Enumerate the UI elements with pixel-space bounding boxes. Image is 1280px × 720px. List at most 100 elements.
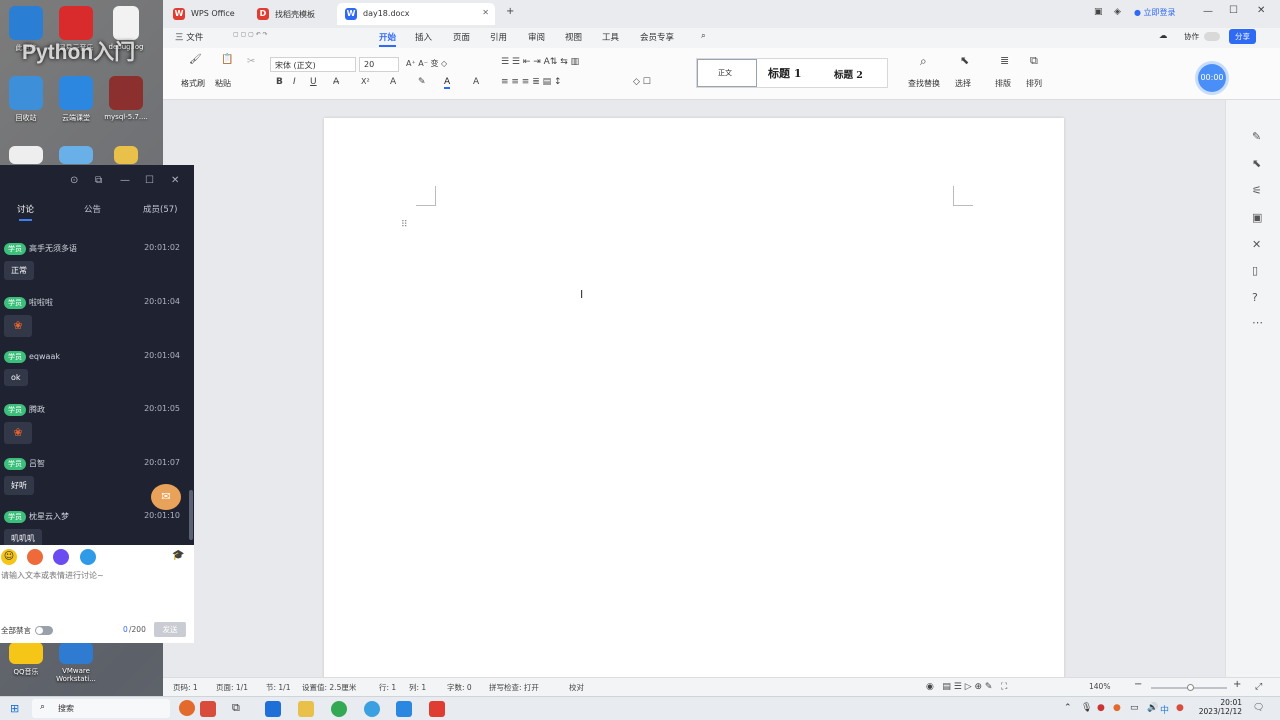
more-icon[interactable]: ⋯ — [1252, 316, 1263, 329]
collab-button[interactable]: 协作 — [1184, 31, 1199, 42]
ribbon-tab-file[interactable]: 三 文件 — [175, 31, 203, 43]
find-replace-button[interactable]: 查找替换 — [908, 78, 940, 89]
mute-all-toggle[interactable] — [35, 626, 53, 635]
zoom-slider-thumb[interactable] — [1187, 684, 1194, 691]
graduation-cap-icon[interactable]: 🎓 — [172, 550, 184, 561]
layout-icon[interactable]: ≣ — [1000, 54, 1009, 67]
help-icon[interactable]: ? — [1252, 291, 1258, 304]
skin-icon[interactable]: ◈ — [1114, 7, 1121, 17]
quick-access-icons[interactable]: ▢ ▢ ▢ ↶ ↷ — [233, 31, 268, 38]
popout-icon[interactable]: ⧉ — [95, 175, 102, 186]
ribbon-tab-member[interactable]: 会员专享 — [640, 31, 674, 43]
desktop-icon-cloud-class[interactable]: 云端课堂 — [50, 76, 102, 123]
font-size-select[interactable]: 20 — [359, 57, 399, 72]
minimize-icon[interactable]: — — [1203, 6, 1213, 17]
drag-handle-icon[interactable]: ⠿ — [401, 220, 408, 230]
status-proof[interactable]: 校对 — [569, 682, 584, 693]
format-painter-icon[interactable]: 🖌 — [189, 54, 202, 65]
paste-icon[interactable]: 📋 — [221, 54, 233, 65]
tab-discussion[interactable]: 讨论 — [17, 203, 34, 221]
minimize-icon[interactable]: — — [120, 175, 130, 186]
flower-gift-icon[interactable] — [53, 549, 69, 565]
layout-button[interactable]: 排版 — [995, 78, 1011, 89]
desktop-icon-recycle-bin[interactable]: 回收站 — [0, 76, 52, 123]
gift-float-icon[interactable]: ✉ — [151, 484, 181, 510]
char-shading-icon[interactable]: A — [473, 77, 479, 87]
notification-icon[interactable]: 🗨 — [1253, 703, 1264, 713]
network-icon[interactable]: ▭ — [1130, 703, 1139, 713]
close-window-icon[interactable]: ✕ — [1257, 5, 1265, 16]
tray-app2-icon[interactable]: ● — [1113, 703, 1121, 713]
image-tool-icon[interactable]: ▣ — [1252, 211, 1262, 224]
book-icon[interactable]: ▯ — [1252, 264, 1258, 277]
taskbar-clock[interactable]: 20:01 2023/12/12 — [1198, 698, 1242, 716]
status-spell[interactable]: 拼写检查: 打开 — [489, 682, 539, 693]
status-setting[interactable]: 设置值: 2.5厘米 — [302, 682, 356, 693]
sticker-icon[interactable] — [27, 549, 43, 565]
style-normal[interactable]: 正文 — [697, 59, 757, 87]
new-tab-icon[interactable]: + — [506, 6, 514, 17]
maximize-icon[interactable]: ☐ — [1229, 5, 1238, 16]
tab-announcement[interactable]: 公告 — [84, 203, 101, 215]
chat-input[interactable] — [0, 567, 192, 613]
ribbon-tab-tools[interactable]: 工具 — [602, 31, 619, 43]
volume-icon[interactable]: 🔊 — [1147, 703, 1158, 713]
list-icons[interactable]: ☰ ☰ ⇤ ⇥ A⇅ ⇆ ▥ — [501, 57, 579, 67]
desktop-icon-vmware[interactable]: VMware Workstati... — [50, 642, 102, 683]
desktop-icon-typora[interactable] — [0, 146, 52, 167]
emoji-icon[interactable]: ☺ — [1, 549, 17, 565]
ribbon-tab-references[interactable]: 引用 — [490, 31, 507, 43]
tab-docer[interactable]: D 找稻壳模板 — [249, 3, 333, 25]
bold-icon[interactable]: B — [276, 77, 283, 87]
font-size-controls[interactable]: A⁺ A⁻ 变 ◇ — [406, 58, 447, 69]
arrange-button[interactable]: 排列 — [1026, 78, 1042, 89]
settings-icon[interactable]: ⊙ — [70, 175, 78, 186]
fullscreen-icon[interactable]: ⤢ — [1255, 682, 1262, 692]
task-view-icon[interactable]: ⧉ — [232, 701, 248, 717]
taskbar-search-box[interactable]: ⌕ 搜索 — [32, 699, 195, 718]
collab-toggle[interactable] — [1204, 32, 1220, 41]
text-effect-icon[interactable]: A — [390, 77, 396, 87]
arrange-icon[interactable]: ⧉ — [1030, 54, 1038, 68]
send-button[interactable]: 发送 — [154, 622, 186, 637]
record-timer[interactable]: 00:00 — [1198, 64, 1226, 92]
ribbon-tab-page[interactable]: 页面 — [453, 31, 470, 43]
ribbon-tab-view[interactable]: 视图 — [565, 31, 582, 43]
document-page[interactable]: ⠿ I — [324, 118, 1064, 688]
tab-members[interactable]: 成员(57) — [143, 203, 177, 215]
tab-wps-office[interactable]: W WPS Office — [165, 3, 247, 25]
ribbon-tab-home[interactable]: 开始 — [379, 31, 397, 47]
login-button[interactable]: ● 立即登录 — [1134, 7, 1176, 18]
ime-label[interactable]: 中 — [1160, 703, 1169, 716]
tab-day18-docx[interactable]: Wday18.docx ✕ — [337, 3, 495, 25]
share-button[interactable]: 分享 — [1229, 29, 1256, 44]
antivirus-icon[interactable]: ● — [1176, 703, 1184, 713]
find-icon[interactable]: ⌕ — [920, 54, 927, 69]
zoom-in-icon[interactable]: + — [1233, 679, 1241, 690]
settings-sliders-icon[interactable]: ⚟ — [1252, 184, 1262, 197]
superscript-icon[interactable]: X² — [361, 77, 370, 86]
ribbon-tab-review[interactable]: 审阅 — [528, 31, 545, 43]
format-painter-button[interactable]: 格式刷 — [181, 78, 205, 89]
cut-icon[interactable]: ✂ — [247, 56, 255, 67]
maximize-icon[interactable]: ☐ — [145, 175, 154, 186]
paste-button[interactable]: 粘贴 — [215, 78, 231, 89]
windows-start-icon[interactable]: ⊞ — [10, 702, 19, 715]
cloud-sync-icon[interactable]: ☁ — [1159, 31, 1168, 41]
wps-app-icon[interactable] — [429, 701, 445, 717]
close-tab-icon[interactable]: ✕ — [482, 8, 489, 17]
pointer-icon[interactable]: ⬉ — [1252, 157, 1261, 170]
cloud-class-app-icon[interactable] — [364, 701, 380, 717]
select-cursor-icon[interactable]: ⬉ — [960, 54, 969, 67]
live-app-icon[interactable] — [396, 701, 412, 717]
store-icon[interactable] — [265, 701, 281, 717]
select-button[interactable]: 选择 — [955, 78, 971, 89]
highlight-icon[interactable]: ✎ — [418, 77, 426, 87]
tray-app-icon[interactable]: ● — [1097, 703, 1105, 713]
desktop-icon-folder[interactable] — [100, 146, 152, 167]
underline-icon[interactable]: U — [310, 77, 317, 87]
desktop-icon-cloud[interactable] — [50, 146, 102, 167]
style-heading-2[interactable]: 标题 2 — [834, 67, 863, 81]
zoom-slider[interactable] — [1151, 684, 1227, 691]
pen-icon[interactable]: ✎ — [1252, 130, 1261, 143]
